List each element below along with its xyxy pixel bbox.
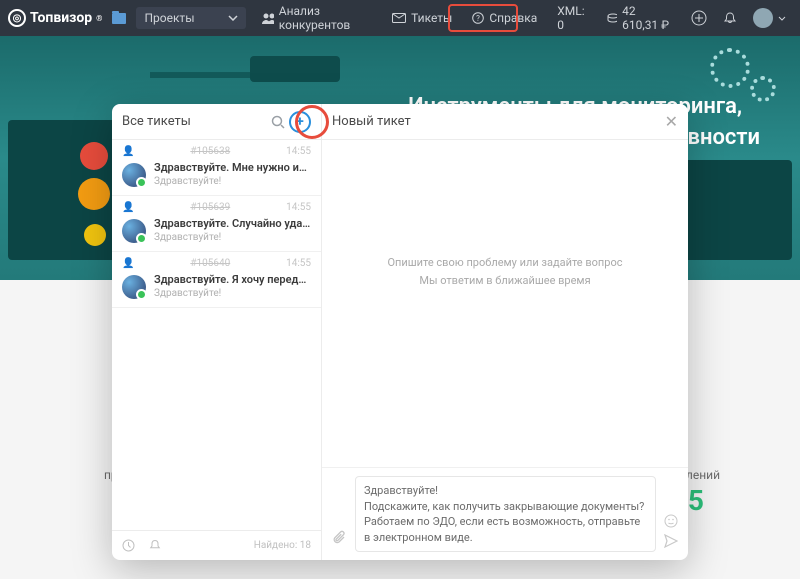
add-button[interactable]	[685, 6, 713, 30]
brand-text: Топвизор	[30, 10, 92, 26]
ticket-item[interactable]: 👤#10563814:55 Здравствуйте. Мне нужно им…	[112, 140, 321, 196]
balance-text: 42 610,31 ₽	[622, 4, 673, 32]
projects-dropdown[interactable]: Проекты	[136, 7, 246, 29]
envelope-icon	[392, 13, 406, 23]
chevron-down-icon	[228, 15, 238, 21]
clock-icon	[122, 539, 135, 552]
emoji-button[interactable]	[664, 514, 678, 528]
search-icon	[271, 115, 285, 129]
competitors-link[interactable]: Анализ конкурентов	[254, 0, 380, 36]
chevron-down-icon	[778, 16, 786, 21]
tickets-modal: Все тикеты + 👤#10563814:55 Здравствуйте.…	[112, 104, 688, 560]
folder-icon	[112, 13, 126, 24]
tickets-label: Тикеты	[411, 11, 452, 25]
stat-right: 5	[688, 484, 704, 517]
competitors-label: Анализ конкурентов	[279, 4, 372, 32]
ticket-detail-panel: Новый тикет ✕ Опишите свою проблему или …	[322, 104, 688, 560]
message-input[interactable]: Здравствуйте! Подскажите, как получить з…	[355, 476, 656, 552]
coins-icon	[607, 12, 617, 24]
avatar-icon	[122, 219, 146, 243]
tickets-list-header: Все тикеты +	[112, 104, 321, 140]
person-icon: 👤	[122, 202, 134, 213]
tickets-link[interactable]: Тикеты	[384, 7, 460, 29]
person-icon: 👤	[122, 146, 134, 157]
new-ticket-button[interactable]: +	[289, 111, 311, 133]
tickets-list-title: Все тикеты	[122, 114, 267, 129]
brand-logo[interactable]: ◎ Топвизор®	[8, 9, 102, 27]
bell-icon	[149, 539, 161, 552]
close-button[interactable]: ✕	[665, 112, 678, 131]
help-label: Справка	[489, 11, 537, 25]
notifications-button[interactable]	[717, 7, 743, 29]
results-count: Найдено: 18	[254, 540, 311, 551]
top-nav: ◎ Топвизор® Проекты Анализ конкурентов Т…	[0, 0, 800, 36]
help-icon: ?	[472, 12, 484, 24]
avatar-icon	[122, 163, 146, 187]
logo-icon: ◎	[8, 9, 26, 27]
clock-button[interactable]	[122, 539, 135, 552]
avatar-icon	[753, 8, 773, 28]
projects-label: Проекты	[144, 11, 194, 25]
attach-button[interactable]	[332, 530, 347, 552]
bell-button[interactable]	[149, 539, 161, 552]
ticket-item[interactable]: 👤#10563914:55 Здравствуйте. Случайно уда…	[112, 196, 321, 252]
smile-icon	[664, 514, 678, 528]
ticket-item[interactable]: 👤#10564014:55 Здравствуйте. Я хочу перед…	[112, 252, 321, 308]
ticket-detail-title: Новый тикет	[332, 114, 665, 129]
tickets-sidebar: Все тикеты + 👤#10563814:55 Здравствуйте.…	[112, 104, 322, 560]
paperclip-icon	[332, 530, 347, 546]
folder-button[interactable]	[106, 9, 132, 28]
search-tickets-button[interactable]	[267, 111, 289, 133]
tickets-list[interactable]: 👤#10563814:55 Здравствуйте. Мне нужно им…	[112, 140, 321, 530]
xml-counter[interactable]: XML: 0	[549, 0, 595, 36]
compose-bar: Здравствуйте! Подскажите, как получить з…	[322, 467, 688, 560]
avatar-icon	[122, 275, 146, 299]
plus-circle-icon	[691, 10, 707, 26]
bell-icon	[723, 11, 737, 25]
help-link[interactable]: ? Справка	[464, 7, 545, 29]
ticket-detail-header: Новый тикет ✕	[322, 104, 688, 140]
svg-text:?: ?	[476, 14, 480, 23]
send-button[interactable]	[664, 534, 678, 548]
profile-menu[interactable]	[747, 4, 792, 32]
balance[interactable]: 42 610,31 ₽	[599, 0, 681, 36]
person-icon: 👤	[122, 258, 134, 269]
users-icon	[262, 12, 273, 24]
tickets-list-footer: Найдено: 18	[112, 530, 321, 560]
empty-state-message: Опишите свою проблему или задайте вопрос…	[322, 254, 688, 289]
send-icon	[664, 534, 678, 548]
